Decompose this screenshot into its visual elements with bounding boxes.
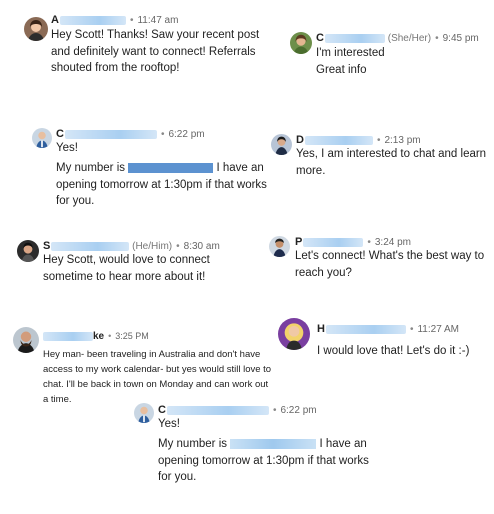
avatar[interactable] <box>13 327 39 353</box>
message-line: I'm interested <box>316 47 385 59</box>
timestamp: 9:45 pm <box>442 33 479 44</box>
separator: • <box>409 324 414 335</box>
avatar[interactable] <box>32 128 52 148</box>
message-body: Yes! <box>56 140 78 157</box>
message-line: Hey man- been traveling in Australia and… <box>43 349 261 360</box>
sender-name[interactable]: C <box>316 32 385 44</box>
avatar[interactable] <box>290 32 312 54</box>
message-body: Yes, I am interested to chat and learn m… <box>296 146 486 179</box>
message-body-number: My number is I have an opening tomorrow … <box>158 436 369 486</box>
message-body: I'm interested Great info <box>316 45 385 78</box>
message-body: Let's connect! What's the best way to re… <box>295 248 484 281</box>
message-line: and definitely want to connect! Referral… <box>51 45 256 58</box>
timestamp: 11:47 am <box>137 15 179 26</box>
message-line: Yes! <box>158 418 180 430</box>
message-header: S (He/Him) • 8:30 am <box>43 240 220 252</box>
message-body: Hey man- been traveling in Australia and… <box>43 347 271 407</box>
number-suffix: I have an <box>319 438 367 450</box>
sender-name[interactable]: A <box>51 14 126 26</box>
avatar[interactable] <box>17 240 39 262</box>
timestamp: 6:22 pm <box>168 129 205 140</box>
timestamp: 6:22 pm <box>280 405 317 416</box>
message-line: more. <box>296 164 326 177</box>
timestamp: 2:13 pm <box>384 135 421 146</box>
number-prefix: My number is <box>158 438 228 450</box>
separator: • <box>376 135 381 146</box>
sender-name[interactable]: C <box>56 128 157 140</box>
message-body: Hey Scott, would love to connect sometim… <box>43 252 210 285</box>
message-line: access to my work calendar- but yes woul… <box>43 364 272 375</box>
message-line: chat. I'll be back in town on Monday and… <box>43 379 269 390</box>
message-line: Yes! <box>56 142 78 154</box>
message-line: Hey Scott, would love to connect <box>43 254 210 266</box>
message-body: I would love that! Let's do it :-) <box>317 343 469 360</box>
separator: • <box>272 405 277 416</box>
timestamp: 3:25 PM <box>115 331 149 341</box>
number-prefix: My number is <box>56 162 126 174</box>
sender-name[interactable]: S <box>43 240 130 252</box>
avatar[interactable] <box>271 134 292 155</box>
separator: • <box>108 331 112 341</box>
message-line: shouted from the rooftop! <box>51 62 180 74</box>
message-header: ke • 3:25 PM <box>43 331 149 342</box>
avatar[interactable] <box>134 403 154 423</box>
message-header: A • 11:47 am <box>51 14 178 26</box>
sender-name[interactable]: C <box>158 404 269 416</box>
timestamp: 8:30 am <box>183 241 220 252</box>
sender-name[interactable]: P <box>295 236 364 248</box>
separator: • <box>435 33 439 44</box>
message-header: H • 11:27 AM <box>317 323 459 335</box>
message-line: sometime to hear more about it! <box>43 270 206 283</box>
message-header: C • 6:22 pm <box>56 128 205 140</box>
redacted-phone-number <box>128 162 214 173</box>
message-line: for you. <box>158 471 197 483</box>
pronouns: (He/Him) <box>132 241 173 252</box>
message-line: Great info <box>316 63 367 76</box>
message-body-number: My number is I have an opening tomorrow … <box>56 160 267 210</box>
message-line: Yes, I am interested to chat and learn <box>296 148 487 160</box>
message-line: for you. <box>56 195 95 207</box>
message-header: P • 3:24 pm <box>295 236 411 248</box>
message-line: opening tomorrow at 1:30pm if that works <box>56 178 267 191</box>
sender-name[interactable]: H <box>317 323 406 335</box>
message-line: Hey Scott! Thanks! Saw your recent post <box>51 29 260 41</box>
redacted-phone-number <box>230 438 317 449</box>
avatar[interactable] <box>278 318 310 350</box>
message-header: D • 2:13 pm <box>296 134 421 146</box>
message-header: C (She/Her) • 9:45 pm <box>316 32 479 44</box>
message-body: Yes! <box>158 416 180 433</box>
separator: • <box>129 15 134 26</box>
avatar[interactable] <box>24 17 48 41</box>
timestamp: 11:27 AM <box>417 324 459 335</box>
timestamp: 3:24 pm <box>374 237 411 248</box>
separator: • <box>367 237 371 248</box>
avatar[interactable] <box>269 236 290 257</box>
message-line: Let's connect! What's the best way to <box>295 250 485 262</box>
message-line: I would love that! Let's do it :-) <box>317 345 470 357</box>
message-line: reach you? <box>295 266 352 279</box>
sender-name[interactable]: D <box>296 134 373 146</box>
message-body: Hey Scott! Thanks! Saw your recent post … <box>51 27 259 77</box>
number-suffix: I have an <box>216 162 264 174</box>
separator: • <box>176 241 180 252</box>
sender-name[interactable]: ke <box>43 331 104 342</box>
separator: • <box>160 129 165 140</box>
message-line: opening tomorrow at 1:30pm if that works <box>158 454 369 467</box>
pronouns: (She/Her) <box>387 33 432 44</box>
message-header: C • 6:22 pm <box>158 404 317 416</box>
